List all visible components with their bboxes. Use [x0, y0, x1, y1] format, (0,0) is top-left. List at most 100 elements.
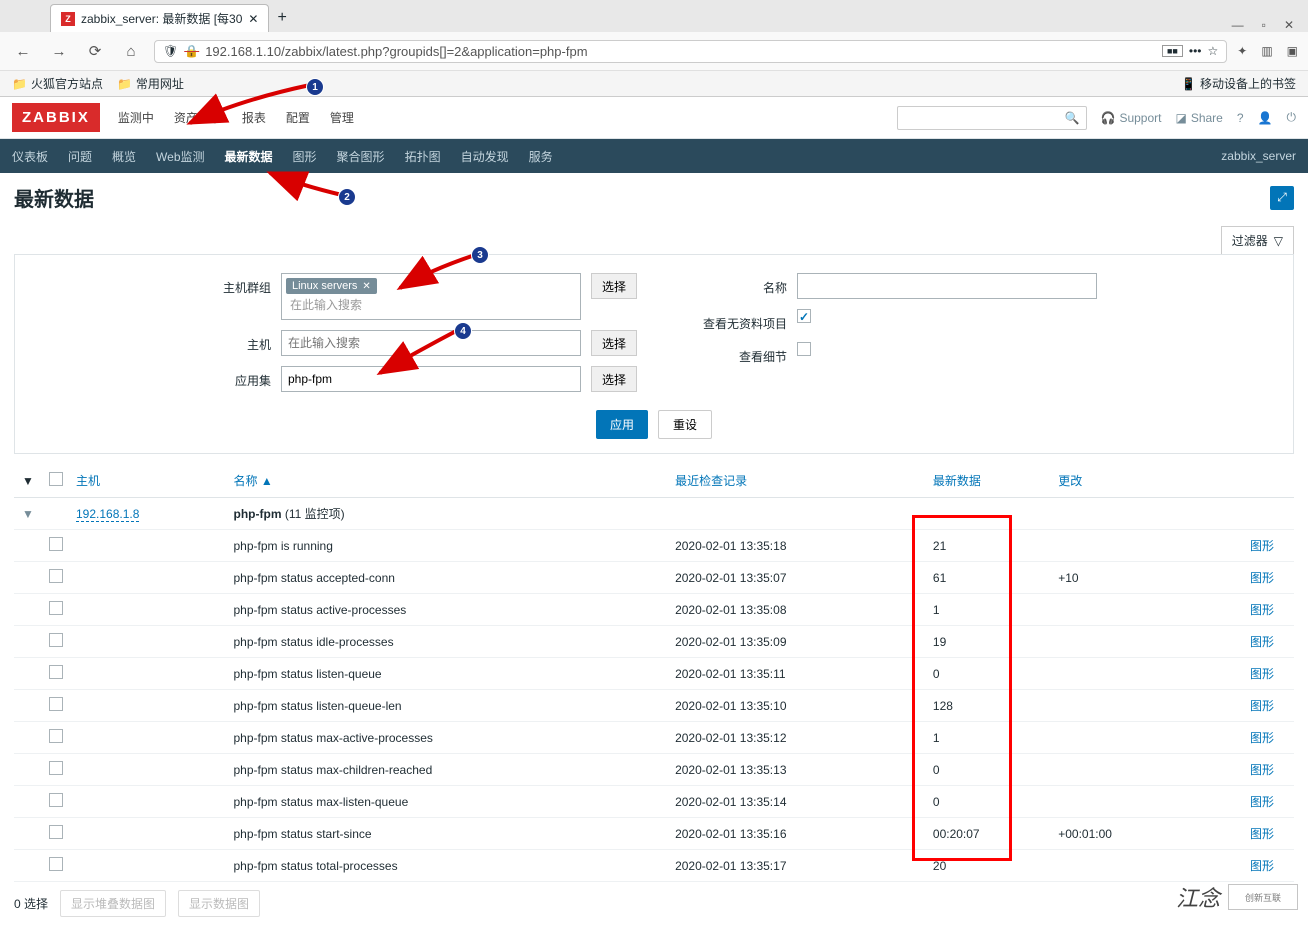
subnav-8[interactable]: 自动发现	[461, 148, 509, 165]
row-checkbox[interactable]	[49, 601, 63, 615]
host-input[interactable]	[281, 330, 581, 356]
menu-admin[interactable]: 管理	[330, 109, 354, 126]
graph-link[interactable]: 图形	[1250, 763, 1274, 777]
filter-box: 主机群组 Linux servers✕ 在此输入搜索 选择 主机 选择 应用集 …	[14, 254, 1294, 454]
row-checkbox[interactable]	[49, 697, 63, 711]
remove-tag-icon[interactable]: ✕	[362, 281, 370, 292]
table-row: php-fpm status idle-processes2020-02-01 …	[14, 626, 1294, 658]
close-tab-icon[interactable]: ✕	[248, 12, 258, 26]
support-link[interactable]: 🎧 Support	[1101, 111, 1162, 125]
bookmark-item-2[interactable]: 📁 常用网址	[117, 75, 184, 92]
graph-link[interactable]: 图形	[1250, 795, 1274, 809]
sidebar-icon[interactable]: ▣	[1287, 44, 1298, 58]
reset-button[interactable]: 重设	[658, 410, 712, 439]
row-checkbox[interactable]	[49, 793, 63, 807]
global-search[interactable]: 🔍	[897, 106, 1087, 130]
logout-icon[interactable]: ⏻	[1287, 110, 1297, 125]
bookmark-item-1[interactable]: 📁 火狐官方站点	[12, 75, 103, 92]
more-icon[interactable]: •••	[1189, 44, 1202, 58]
graph-link[interactable]: 图形	[1250, 635, 1274, 649]
col-name[interactable]: 名称 ▲	[228, 464, 670, 498]
graph-link[interactable]: 图形	[1250, 539, 1274, 553]
menu-monitoring[interactable]: 监测中	[118, 109, 154, 126]
expand-group-icon[interactable]: ▼	[14, 498, 42, 530]
subnav-1[interactable]: 问题	[68, 148, 92, 165]
zabbix-logo[interactable]: ZABBIX	[12, 103, 100, 132]
data-table: ▼ 主机 名称 ▲ 最近检查记录 最新数据 更改 ▼ 192.168.1.8 p…	[14, 464, 1294, 882]
user-icon[interactable]: 👤	[1258, 111, 1273, 125]
mobile-bookmarks[interactable]: 📱 移动设备上的书签	[1181, 75, 1296, 92]
item-check: 2020-02-01 13:35:14	[669, 786, 927, 818]
shield-icon[interactable]: 🛡	[163, 44, 178, 58]
help-icon[interactable]: ?	[1237, 111, 1244, 125]
zabbix-app: ZABBIX 监测中 资产记录 报表 配置 管理 🔍 🎧 Support ◪ S…	[0, 97, 1308, 925]
back-button[interactable]: ←	[10, 38, 36, 64]
home-button[interactable]: ⌂	[118, 38, 144, 64]
show-details-checkbox[interactable]	[797, 342, 811, 356]
name-input[interactable]	[797, 273, 1097, 299]
subnav-4[interactable]: 最新数据	[225, 148, 273, 165]
row-checkbox[interactable]	[49, 729, 63, 743]
row-checkbox[interactable]	[49, 569, 63, 583]
library-icon[interactable]: ▥	[1261, 44, 1272, 58]
graph-link[interactable]: 图形	[1250, 699, 1274, 713]
url-input[interactable]	[205, 44, 1156, 59]
show-no-data-checkbox[interactable]	[797, 309, 811, 323]
menu-reports[interactable]: 报表	[242, 109, 266, 126]
host-link[interactable]: 192.168.1.8	[76, 507, 139, 522]
browser-tab[interactable]: Z zabbix_server: 最新数据 [每30 ✕	[50, 4, 269, 32]
col-last-data[interactable]: 最新数据	[927, 464, 1052, 498]
row-checkbox[interactable]	[49, 857, 63, 871]
subnav-5[interactable]: 图形	[293, 148, 317, 165]
row-checkbox[interactable]	[49, 665, 63, 679]
maximize-icon[interactable]: ▫	[1262, 18, 1266, 32]
new-tab-button[interactable]: +	[269, 4, 294, 32]
item-change: +10	[1052, 562, 1189, 594]
apply-button[interactable]: 应用	[596, 410, 648, 439]
select-all-checkbox[interactable]	[49, 472, 63, 486]
graph-link[interactable]: 图形	[1250, 731, 1274, 745]
graph-link[interactable]: 图形	[1250, 827, 1274, 841]
filter-toggle[interactable]: 过滤器 ▽	[1221, 226, 1294, 254]
item-change	[1052, 786, 1189, 818]
col-last-check[interactable]: 最近检查记录	[669, 464, 927, 498]
col-host[interactable]: 主机	[70, 464, 228, 498]
subnav-7[interactable]: 拓扑图	[405, 148, 441, 165]
menu-inventory[interactable]: 资产记录	[174, 109, 222, 126]
row-checkbox[interactable]	[49, 825, 63, 839]
graph-link[interactable]: 图形	[1250, 571, 1274, 585]
subnav-6[interactable]: 聚合图形	[337, 148, 385, 165]
host-group-tag[interactable]: Linux servers✕	[286, 278, 377, 294]
select-application-button[interactable]: 选择	[591, 366, 637, 392]
row-checkbox[interactable]	[49, 761, 63, 775]
application-input[interactable]	[281, 366, 581, 392]
fullscreen-button[interactable]: ⤢	[1270, 186, 1294, 210]
reader-icon[interactable]: ■■	[1162, 45, 1183, 57]
col-change[interactable]: 更改	[1052, 464, 1189, 498]
subnav-0[interactable]: 仪表板	[12, 148, 48, 165]
host-group-input[interactable]: Linux servers✕ 在此输入搜索	[281, 273, 581, 320]
minimize-icon[interactable]: —	[1232, 18, 1244, 32]
reload-button[interactable]: ⟳	[82, 38, 108, 64]
share-link[interactable]: ◪ Share	[1175, 111, 1222, 125]
subnav-3[interactable]: Web监测	[156, 148, 204, 165]
graph-link[interactable]: 图形	[1250, 667, 1274, 681]
graph-link[interactable]: 图形	[1250, 859, 1274, 873]
url-box[interactable]: 🛡 🔒 ■■ ••• ☆	[154, 40, 1227, 63]
subnav-9[interactable]: 服务	[529, 148, 553, 165]
menu-config[interactable]: 配置	[286, 109, 310, 126]
subnav-2[interactable]: 概览	[112, 148, 136, 165]
forward-button[interactable]: →	[46, 38, 72, 64]
close-window-icon[interactable]: ✕	[1284, 18, 1294, 32]
select-host-button[interactable]: 选择	[591, 330, 637, 356]
row-checkbox[interactable]	[49, 633, 63, 647]
select-host-group-button[interactable]: 选择	[591, 273, 637, 299]
graph-link[interactable]: 图形	[1250, 603, 1274, 617]
puzzle-icon[interactable]: ✦	[1237, 44, 1247, 58]
insecure-icon[interactable]: 🔒	[184, 44, 199, 58]
expand-all-header[interactable]: ▼	[14, 464, 42, 498]
row-checkbox[interactable]	[49, 537, 63, 551]
table-row: php-fpm status listen-queue-len2020-02-0…	[14, 690, 1294, 722]
group-row: ▼ 192.168.1.8 php-fpm (11 监控项)	[14, 498, 1294, 530]
bookmark-star-icon[interactable]: ☆	[1207, 44, 1218, 58]
